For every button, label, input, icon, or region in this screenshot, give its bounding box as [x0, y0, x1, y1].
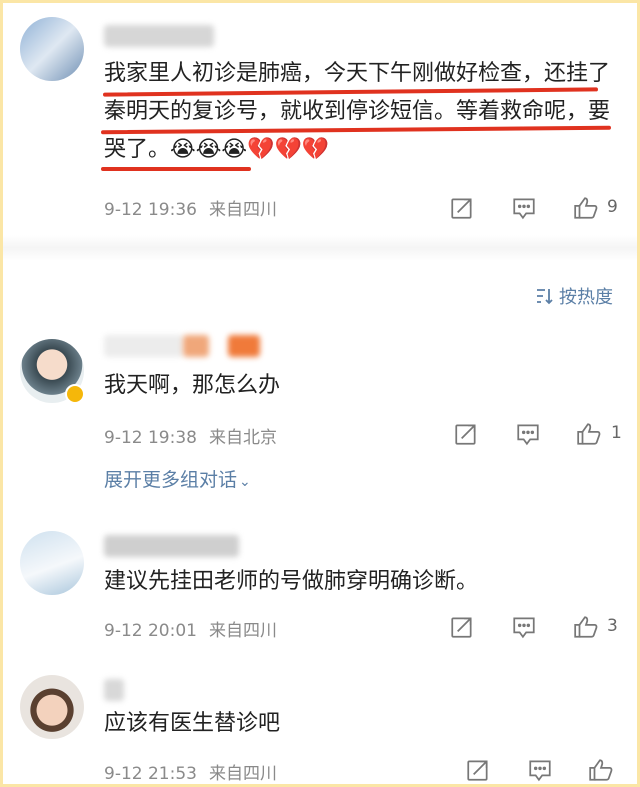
- avatar[interactable]: [20, 17, 84, 81]
- comment-location: 来自北京: [208, 428, 277, 448]
- username-blurred: [183, 335, 209, 357]
- username-blurred[interactable]: [104, 25, 214, 47]
- expand-conversation-link[interactable]: 展开更多组对话 ⌄: [104, 465, 251, 492]
- emoji-reactions: 😭😭😭💔💔💔: [170, 137, 330, 162]
- like-count: 1: [611, 423, 622, 443]
- sort-button[interactable]: 按热度: [535, 283, 613, 309]
- expand-label: 展开更多组对话: [104, 469, 238, 491]
- comment-icon[interactable]: [511, 195, 537, 221]
- comment-time: 9-12 19:36: [104, 200, 197, 220]
- share-icon[interactable]: [449, 195, 475, 221]
- comment-location: 来自四川: [208, 764, 277, 784]
- comment-location: 来自四川: [208, 200, 277, 220]
- comment-time: 9-12 21:53: [104, 764, 197, 784]
- comment-text: 我家里人初诊是肺癌，今天下午刚做好检查，还挂了秦明天的复诊号，就收到停诊短信。等…: [104, 61, 611, 162]
- username-blurred[interactable]: [104, 679, 124, 701]
- section-divider: [3, 235, 637, 261]
- share-icon[interactable]: [465, 757, 491, 783]
- comment-icon[interactable]: [527, 757, 553, 783]
- share-icon[interactable]: [449, 614, 475, 640]
- like-icon[interactable]: [588, 757, 614, 783]
- comment-time: 9-12 20:01: [104, 621, 197, 641]
- chevron-down-icon: ⌄: [239, 474, 251, 490]
- comment-icon[interactable]: [511, 614, 537, 640]
- like-count: 3: [607, 616, 618, 636]
- comment-panel: 我家里人初诊是肺癌，今天下午刚做好检查，还挂了秦明天的复诊号，就收到停诊短信。等…: [3, 3, 637, 784]
- comment-text: 建议先挂田老师的号做肺穿明确诊断。: [104, 569, 479, 594]
- comment-text: 我天啊，那怎么办: [104, 373, 281, 398]
- comment-text: 应该有医生替诊吧: [104, 711, 281, 736]
- verified-badge: [65, 384, 85, 404]
- highlight-underline: [101, 167, 251, 171]
- like-count: 9: [607, 197, 618, 217]
- sort-icon: [537, 289, 553, 305]
- username-blurred[interactable]: [104, 535, 239, 557]
- avatar[interactable]: [20, 531, 84, 595]
- username-blurred[interactable]: [104, 335, 184, 357]
- comment-meta: 9-12 20:01 来自四川: [104, 616, 289, 641]
- comment-meta: 9-12 19:36 来自四川: [104, 195, 289, 220]
- comment-time: 9-12 19:38: [104, 428, 197, 448]
- username-blurred: [228, 335, 260, 357]
- comment-location: 来自四川: [208, 621, 277, 641]
- share-icon[interactable]: [453, 421, 479, 447]
- avatar[interactable]: [20, 675, 84, 739]
- like-icon[interactable]: [573, 195, 599, 221]
- comment-meta: 9-12 21:53 来自四川: [104, 759, 289, 784]
- comment-icon[interactable]: [515, 421, 541, 447]
- like-icon[interactable]: [573, 614, 599, 640]
- comment-meta: 9-12 19:38 来自北京: [104, 423, 289, 448]
- like-icon[interactable]: [576, 421, 602, 447]
- sort-label: 按热度: [559, 287, 613, 308]
